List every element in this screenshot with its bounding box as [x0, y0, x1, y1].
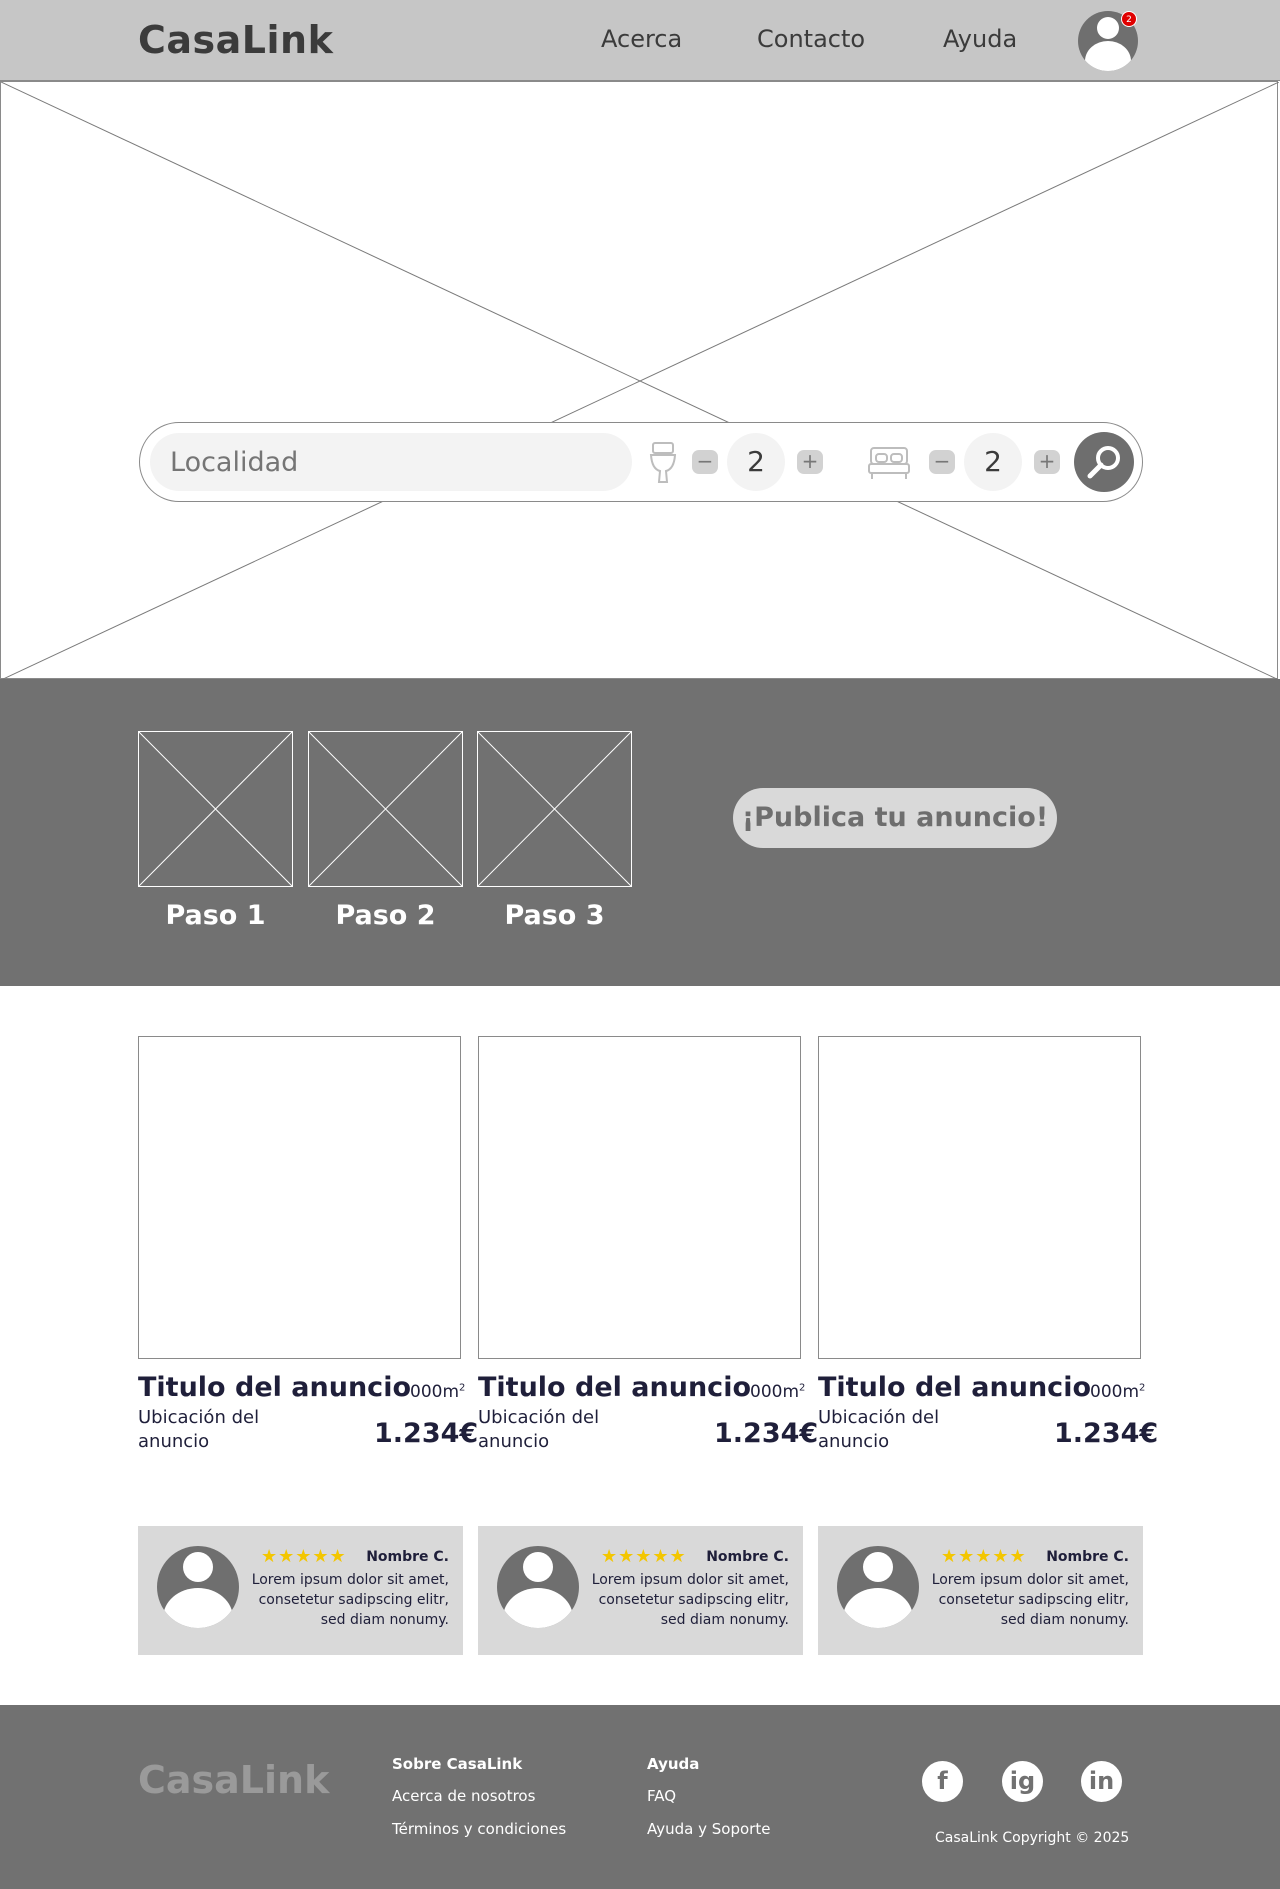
- publish-steps-section: Paso 1 Paso 2 Paso 3 ¡Publica tu anuncio…: [0, 679, 1280, 986]
- step-2-image: [308, 731, 463, 887]
- footer-heading-about: Sobre CasaLink: [392, 1755, 523, 1773]
- star-rating-icon: ★★★★★: [941, 1546, 1027, 1567]
- listing-2-price: 1.234€: [714, 1418, 819, 1449]
- listing-2-title[interactable]: Titulo del anuncio: [478, 1372, 751, 1403]
- search-icon: [1087, 446, 1120, 479]
- star-rating-icon: ★★★★★: [601, 1546, 687, 1567]
- toilet-icon: [649, 442, 677, 483]
- hero-image-placeholder: − 2 + − 2 +: [0, 81, 1279, 680]
- listing-1-location: Ubicación del anuncio: [138, 1407, 260, 1452]
- nav-link-ayuda[interactable]: Ayuda: [943, 25, 1017, 53]
- step-3-image: [477, 731, 632, 887]
- bathrooms-increment-button[interactable]: +: [797, 450, 823, 474]
- footer-link-support[interactable]: Ayuda y Soporte: [647, 1820, 770, 1838]
- footer-heading-help: Ayuda: [647, 1755, 700, 1773]
- reviewer-avatar: [157, 1546, 239, 1628]
- listing-3-image[interactable]: [818, 1036, 1141, 1359]
- listing-2-image[interactable]: [478, 1036, 801, 1359]
- placeholder-cross: [1, 82, 1279, 680]
- footer-link-faq[interactable]: FAQ: [647, 1787, 676, 1805]
- linkedin-icon[interactable]: in: [1081, 1761, 1122, 1802]
- bedrooms-increment-button[interactable]: +: [1034, 450, 1060, 474]
- star-rating-icon: ★★★★★: [261, 1546, 347, 1567]
- listing-2-location: Ubicación del anuncio: [478, 1407, 600, 1452]
- reviewer-avatar: [497, 1546, 579, 1628]
- site-footer: CasaLink Sobre CasaLink Acerca de nosotr…: [0, 1705, 1280, 1889]
- review-card: ★★★★★ Nombre C. Lorem ipsum dolor sit am…: [478, 1526, 803, 1655]
- bathrooms-decrement-button[interactable]: −: [692, 450, 718, 474]
- bedrooms-decrement-button[interactable]: −: [929, 450, 955, 474]
- listing-3-title[interactable]: Titulo del anuncio: [818, 1372, 1091, 1403]
- step-1-image: [138, 731, 293, 887]
- reviewer-avatar: [837, 1546, 919, 1628]
- footer-link-terms[interactable]: Términos y condiciones: [392, 1820, 566, 1838]
- site-header: CasaLink Acerca Contacto Ayuda 2: [0, 0, 1280, 81]
- reviewer-name: Nombre C.: [1046, 1549, 1129, 1565]
- listing-3-area: 000m2: [1090, 1382, 1146, 1402]
- notification-badge: 2: [1121, 11, 1137, 27]
- listing-3-location: Ubicación del anuncio: [818, 1407, 940, 1452]
- review-text: Lorem ipsum dolor sit amet, consetetur s…: [251, 1572, 449, 1628]
- search-bar: − 2 + − 2 +: [139, 422, 1143, 502]
- reviewer-name: Nombre C.: [366, 1549, 449, 1565]
- bedrooms-value: 2: [964, 433, 1022, 491]
- listing-3-price: 1.234€: [1054, 1418, 1159, 1449]
- step-2-label: Paso 2: [335, 900, 436, 931]
- search-button[interactable]: [1074, 432, 1134, 492]
- copyright-text: CasaLink Copyright © 2025: [935, 1830, 1130, 1846]
- user-icon: [1097, 17, 1119, 39]
- review-text: Lorem ipsum dolor sit amet, consetetur s…: [591, 1572, 789, 1628]
- footer-logo[interactable]: CasaLink: [138, 1758, 329, 1802]
- listing-1-title[interactable]: Titulo del anuncio: [138, 1372, 411, 1403]
- listing-2-area: 000m2: [750, 1382, 806, 1402]
- logo[interactable]: CasaLink: [138, 18, 333, 62]
- bathrooms-value: 2: [727, 433, 785, 491]
- publish-listing-button[interactable]: ¡Publica tu anuncio!: [733, 788, 1057, 848]
- step-3-label: Paso 3: [504, 900, 605, 931]
- step-1-label: Paso 1: [165, 900, 266, 931]
- facebook-icon[interactable]: f: [922, 1761, 963, 1802]
- nav-link-acerca[interactable]: Acerca: [601, 25, 682, 53]
- listing-1-image[interactable]: [138, 1036, 461, 1359]
- review-card: ★★★★★ Nombre C. Lorem ipsum dolor sit am…: [138, 1526, 463, 1655]
- review-text: Lorem ipsum dolor sit amet, consetetur s…: [931, 1572, 1129, 1628]
- review-card: ★★★★★ Nombre C. Lorem ipsum dolor sit am…: [818, 1526, 1143, 1655]
- location-input[interactable]: [150, 433, 632, 491]
- listing-1-price: 1.234€: [374, 1418, 479, 1449]
- bed-icon: [868, 447, 910, 479]
- listing-1-area: 000m2: [410, 1382, 466, 1402]
- footer-link-about-us[interactable]: Acerca de nosotros: [392, 1787, 535, 1805]
- instagram-icon[interactable]: ig: [1002, 1761, 1043, 1802]
- reviewer-name: Nombre C.: [706, 1549, 789, 1565]
- nav-link-contacto[interactable]: Contacto: [757, 25, 865, 53]
